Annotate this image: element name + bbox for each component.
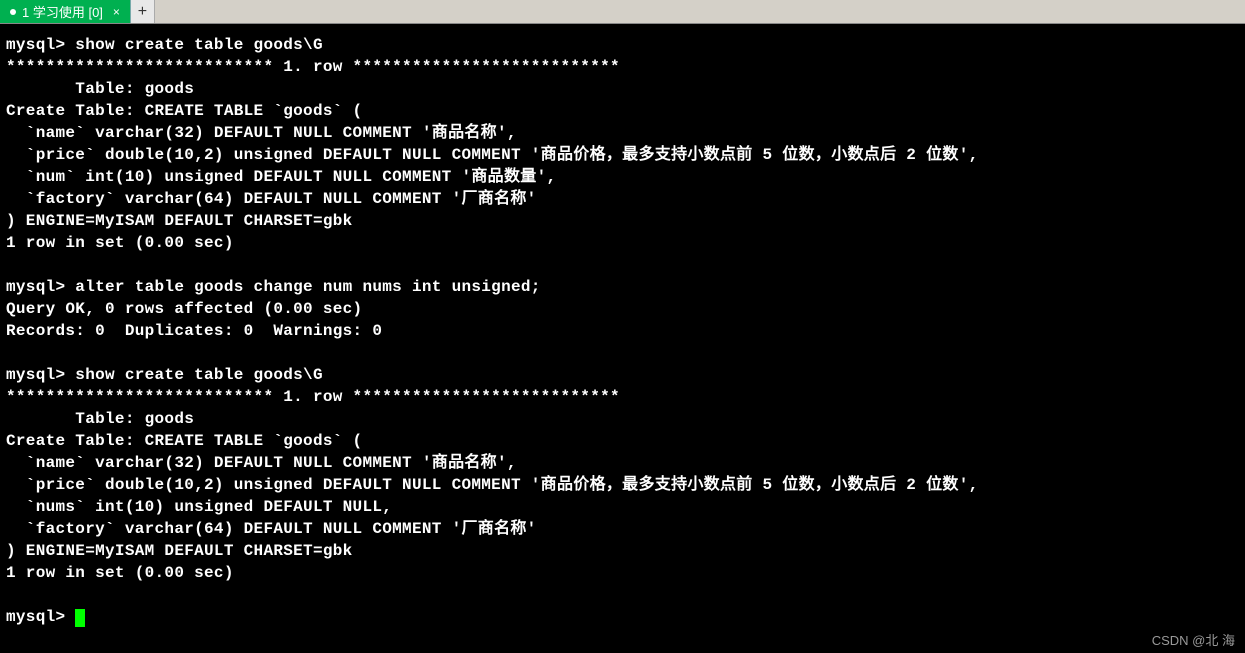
- terminal-line: `name` varchar(32) DEFAULT NULL COMMENT …: [6, 124, 517, 142]
- terminal-line: Create Table: CREATE TABLE `goods` (: [6, 432, 362, 450]
- cursor: [75, 609, 85, 627]
- terminal-line: mysql>: [6, 608, 75, 626]
- terminal-line: *************************** 1. row *****…: [6, 388, 620, 406]
- tab-label: 1 学习使用 [0]: [22, 2, 103, 21]
- terminal-line: `name` varchar(32) DEFAULT NULL COMMENT …: [6, 454, 517, 472]
- terminal-line: ) ENGINE=MyISAM DEFAULT CHARSET=gbk: [6, 542, 353, 560]
- terminal-line: mysql> show create table goods\G: [6, 366, 323, 384]
- terminal-line: 1 row in set (0.00 sec): [6, 234, 234, 252]
- terminal-line: Query OK, 0 rows affected (0.00 sec): [6, 300, 362, 318]
- terminal-line: mysql> alter table goods change num nums…: [6, 278, 541, 296]
- terminal-line: Table: goods: [6, 80, 194, 98]
- terminal-line: `num` int(10) unsigned DEFAULT NULL COMM…: [6, 168, 556, 186]
- add-tab-button[interactable]: +: [131, 0, 155, 23]
- close-icon[interactable]: ×: [113, 5, 120, 19]
- terminal-line: *************************** 1. row *****…: [6, 58, 620, 76]
- terminal-line: `price` double(10,2) unsigned DEFAULT NU…: [6, 146, 979, 164]
- terminal-output[interactable]: mysql> show create table goods\G *******…: [0, 24, 1245, 634]
- terminal-line: 1 row in set (0.00 sec): [6, 564, 234, 582]
- terminal-line: Records: 0 Duplicates: 0 Warnings: 0: [6, 322, 382, 340]
- plus-icon: +: [138, 3, 148, 21]
- terminal-line: Create Table: CREATE TABLE `goods` (: [6, 102, 362, 120]
- terminal-line: mysql> show create table goods\G: [6, 36, 323, 54]
- terminal-line: `price` double(10,2) unsigned DEFAULT NU…: [6, 476, 979, 494]
- tab-bar: 1 学习使用 [0] × +: [0, 0, 1245, 24]
- terminal-line: `nums` int(10) unsigned DEFAULT NULL,: [6, 498, 392, 516]
- tab-indicator-dot: [10, 9, 16, 15]
- terminal-line: Table: goods: [6, 410, 194, 428]
- tab-active[interactable]: 1 学习使用 [0] ×: [0, 0, 131, 23]
- terminal-line: `factory` varchar(64) DEFAULT NULL COMME…: [6, 190, 537, 208]
- watermark-text: CSDN @北 海: [1152, 630, 1235, 649]
- terminal-line: `factory` varchar(64) DEFAULT NULL COMME…: [6, 520, 537, 538]
- terminal-line: ) ENGINE=MyISAM DEFAULT CHARSET=gbk: [6, 212, 353, 230]
